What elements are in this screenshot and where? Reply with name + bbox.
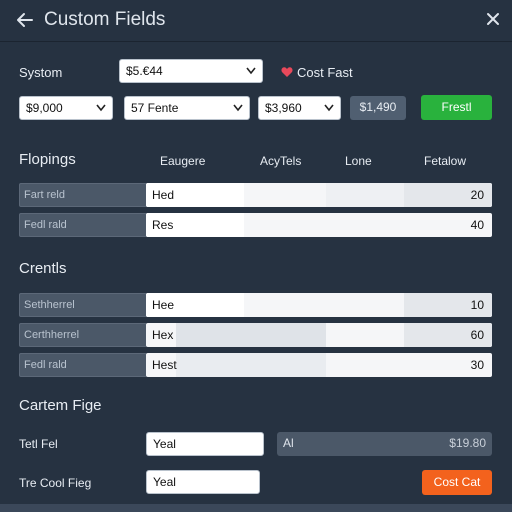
crentls-title: Crentls	[19, 260, 67, 277]
text-field[interactable]: Yeal	[146, 470, 260, 494]
row-value: Res	[152, 218, 174, 232]
all-amount-field[interactable]: Al $19.80	[277, 432, 492, 456]
all-amount: $19.80	[449, 436, 486, 450]
chevron-down-icon	[246, 67, 256, 75]
field-label: Tetl Fel	[19, 437, 58, 451]
chevron-down-icon	[324, 104, 334, 112]
close-icon[interactable]	[485, 11, 501, 27]
table-row: Certhherrel Hex 60	[19, 323, 492, 347]
row-value: Hest	[152, 358, 177, 372]
row-label: Certhherrel	[19, 323, 147, 347]
table-row: Fart reld Hed 20	[19, 183, 492, 207]
row-value: Hed	[152, 188, 175, 202]
flopings-title: Flopings	[19, 151, 76, 168]
row-input[interactable]: Hed 20	[146, 183, 492, 207]
system-select[interactable]: $5.€44	[119, 59, 263, 83]
chevron-down-icon	[96, 104, 106, 112]
row-value: Hee	[152, 298, 175, 312]
row-label: Sethherrel	[19, 293, 147, 317]
cartem-title: Cartem Fige	[19, 397, 102, 414]
cost-button[interactable]: Cost Cat	[422, 470, 492, 495]
heart-icon	[281, 67, 293, 77]
price-select-value: $3,960	[265, 101, 302, 115]
arrow-left-icon[interactable]	[14, 9, 36, 31]
column-header: Lone	[345, 154, 372, 168]
column-header: AcyTels	[260, 154, 302, 168]
row-input[interactable]: Res 40	[146, 213, 492, 237]
table-row: Fedl rald Res 40	[19, 213, 492, 237]
system-label: Systom	[19, 65, 63, 80]
value-badge[interactable]: $1,490	[350, 96, 406, 120]
row-label: Fedl rald	[19, 213, 147, 237]
price-select[interactable]: $3,960	[258, 96, 341, 120]
row-number: 40	[470, 218, 484, 232]
row-number: 20	[470, 188, 484, 202]
table-row: Fedl rald Hest 30	[19, 353, 492, 377]
row-input[interactable]: Hest 30	[146, 353, 492, 377]
system-select-value: $5.€44	[126, 64, 163, 78]
amount-select[interactable]: $9,000	[19, 96, 113, 120]
cost-label: Cost Fast	[297, 65, 353, 80]
row-label: Fart reld	[19, 183, 147, 207]
bottom-bar	[0, 504, 512, 512]
row-number: 30	[470, 358, 484, 372]
row-number: 10	[470, 298, 484, 312]
green-action-button[interactable]: Frestl	[421, 95, 492, 120]
table-row: Sethherrel Hee 10	[19, 293, 492, 317]
field-label: Tre Cool Fieg	[19, 476, 92, 490]
row-number: 60	[470, 328, 484, 342]
chevron-down-icon	[233, 104, 243, 112]
row-input[interactable]: Hex 60	[146, 323, 492, 347]
title-bar: Custom Fields	[0, 0, 512, 42]
row-label: Fedl rald	[19, 353, 147, 377]
text-field[interactable]: Yeal	[146, 432, 264, 456]
fente-select-value: 57 Fente	[131, 101, 179, 115]
all-label: Al	[283, 436, 294, 450]
column-header: Eaugere	[160, 154, 206, 168]
row-input[interactable]: Hee 10	[146, 293, 492, 317]
fente-select[interactable]: 57 Fente	[124, 96, 250, 120]
column-header: Fetalow	[424, 154, 467, 168]
amount-select-value: $9,000	[26, 101, 63, 115]
window-title: Custom Fields	[44, 9, 166, 30]
row-value: Hex	[152, 328, 174, 342]
